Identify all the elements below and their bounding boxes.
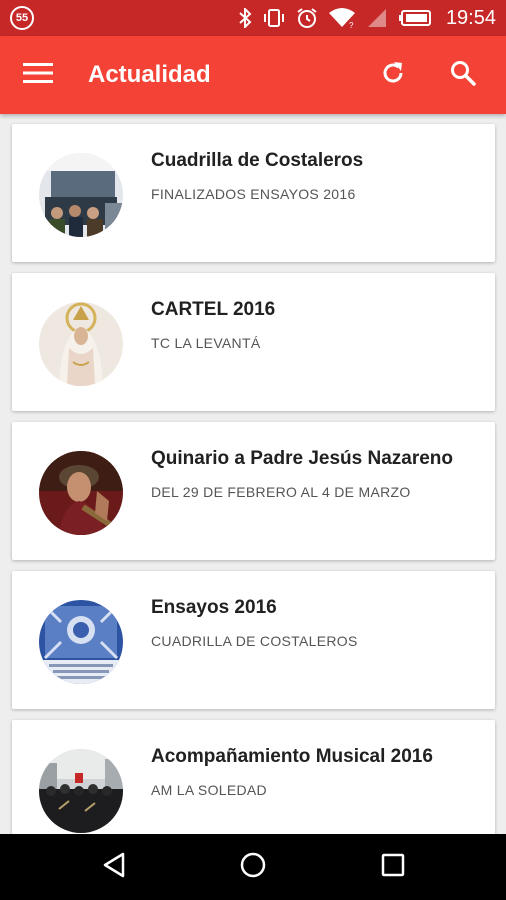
news-title: CARTEL 2016 <box>151 299 276 320</box>
news-card[interactable]: Acompañamiento Musical 2016 AM LA SOLEDA… <box>12 720 495 834</box>
search-button[interactable] <box>443 55 483 95</box>
bluetooth-icon <box>238 8 252 28</box>
back-button[interactable] <box>94 847 134 887</box>
news-subtitle: DEL 29 DE FEBRERO AL 4 DE MARZO <box>151 484 411 500</box>
app-bar: Actualidad <box>0 36 506 114</box>
news-list[interactable]: Cuadrilla de Costaleros FINALIZADOS ENSA… <box>0 114 506 834</box>
back-icon <box>101 851 127 884</box>
recents-icon <box>381 853 405 882</box>
news-thumbnail <box>39 153 123 237</box>
svg-text:?: ? <box>349 21 354 29</box>
news-thumbnail <box>39 451 123 535</box>
news-subtitle: TC LA LEVANTÁ <box>151 335 261 351</box>
recents-button[interactable] <box>373 847 413 887</box>
status-time: 19:54 <box>445 6 496 29</box>
news-card[interactable]: Ensayos 2016 CUADRILLA DE COSTALEROS <box>12 571 495 709</box>
notification-badge: 55 <box>10 6 34 30</box>
news-card[interactable]: Quinario a Padre Jesús Nazareno DEL 29 D… <box>12 422 495 560</box>
news-title: Ensayos 2016 <box>151 597 277 618</box>
news-card[interactable]: CARTEL 2016 TC LA LEVANTÁ <box>12 273 495 411</box>
status-bar: 55 ? 19:54 <box>0 0 506 36</box>
news-title: Acompañamiento Musical 2016 <box>151 746 433 767</box>
news-subtitle: AM LA SOLEDAD <box>151 782 267 798</box>
refresh-icon <box>379 59 407 92</box>
status-icons: ? 19:54 <box>238 0 496 36</box>
home-button[interactable] <box>233 847 273 887</box>
news-subtitle: FINALIZADOS ENSAYOS 2016 <box>151 186 356 202</box>
home-icon <box>239 851 267 884</box>
alarm-icon <box>296 7 318 29</box>
hamburger-menu-icon <box>23 62 53 89</box>
refresh-button[interactable] <box>373 55 413 95</box>
wifi-icon: ? <box>328 7 356 29</box>
signal-icon <box>366 8 388 28</box>
news-title: Cuadrilla de Costaleros <box>151 150 364 171</box>
nav-bar <box>0 834 506 900</box>
battery-icon <box>398 10 432 26</box>
news-thumbnail <box>39 302 123 386</box>
news-thumbnail <box>39 600 123 684</box>
news-subtitle: CUADRILLA DE COSTALEROS <box>151 633 358 649</box>
news-title: Quinario a Padre Jesús Nazareno <box>151 448 454 469</box>
page-title: Actualidad <box>88 61 211 88</box>
news-card[interactable]: Cuadrilla de Costaleros FINALIZADOS ENSA… <box>12 124 495 262</box>
search-icon <box>449 59 477 92</box>
news-thumbnail <box>39 749 123 833</box>
vibrate-icon <box>262 8 286 28</box>
notification-indicator: 55 <box>10 6 34 30</box>
menu-button[interactable] <box>18 55 58 95</box>
